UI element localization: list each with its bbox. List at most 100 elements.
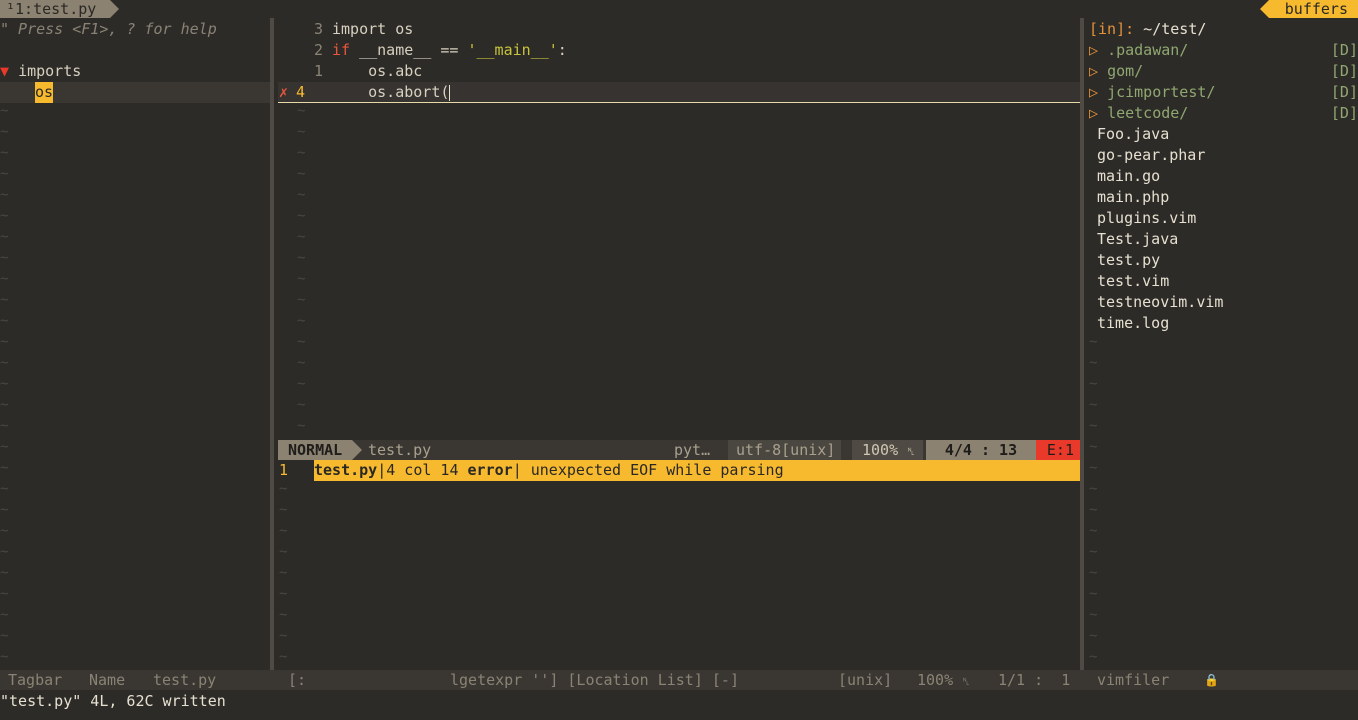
- empty-line-marker: ~: [1089, 523, 1098, 539]
- empty-line-marker: ~: [0, 523, 9, 539]
- status-position: 4/4 : 13: [926, 440, 1036, 460]
- empty-line-marker: ~: [297, 334, 306, 350]
- tagbar-status-name: Tagbar: [8, 671, 63, 689]
- code-line-if-main[interactable]: if __name__ == '__main__':: [332, 40, 567, 61]
- empty-line-marker: ~: [0, 292, 9, 308]
- folder-collapsed-icon[interactable]: ▷: [1089, 104, 1107, 122]
- vimfiler-file-item[interactable]: testneovim.vim: [1097, 292, 1223, 313]
- vimfiler-file-item[interactable]: test.vim: [1097, 271, 1169, 292]
- empty-line-marker: ~: [0, 481, 9, 497]
- empty-line-marker: ~: [0, 565, 9, 581]
- empty-line-marker: ~: [297, 103, 306, 119]
- text-cursor: [449, 84, 451, 101]
- loclist-status-percent: 100% ␤: [917, 671, 971, 689]
- folder-collapsed-icon[interactable]: ▷: [1089, 62, 1107, 80]
- error-sign-icon: ✗: [279, 83, 289, 101]
- folder-collapsed-icon[interactable]: ▷: [1089, 83, 1107, 101]
- empty-line-marker: ~: [297, 187, 306, 203]
- empty-line-marker: ~: [0, 607, 9, 623]
- empty-line-marker: ~: [297, 250, 306, 266]
- empty-line-marker: ~: [1089, 649, 1098, 665]
- empty-line-marker: ~: [1089, 355, 1098, 371]
- loclist-entry[interactable]: test.py|4 col 14 error| unexpected EOF w…: [314, 460, 784, 481]
- empty-line-marker: ~: [1089, 607, 1098, 623]
- empty-line-marker: ~: [297, 229, 306, 245]
- command-line[interactable]: "test.py" 4L, 62C written: [0, 691, 226, 712]
- window-separator-left[interactable]: [270, 18, 274, 690]
- vimfiler-file-item[interactable]: Foo.java: [1097, 124, 1169, 145]
- empty-line-marker: ~: [1089, 334, 1098, 350]
- empty-line-marker: ~: [0, 208, 9, 224]
- tag-group-label: imports: [18, 62, 82, 80]
- empty-line-marker: ~: [1089, 586, 1098, 602]
- empty-line-marker: ~: [1089, 418, 1098, 434]
- status-error-count[interactable]: E:1: [1036, 440, 1080, 460]
- vimfiler-file-item[interactable]: main.go: [1097, 166, 1160, 187]
- tagbar-status-sort: Name: [89, 671, 126, 689]
- empty-line-marker: ~: [0, 313, 9, 329]
- tagbar-help-text: " Press <F1>, ? for help: [0, 20, 217, 38]
- collapse-triangle-icon[interactable]: ▼: [0, 62, 9, 80]
- tag-item-os[interactable]: os: [35, 82, 54, 103]
- vimfiler-file-item[interactable]: plugins.vim: [1097, 208, 1196, 229]
- empty-line-marker: ~: [297, 313, 306, 329]
- empty-line-marker: ~: [1089, 565, 1098, 581]
- empty-line-marker: ~: [279, 544, 288, 560]
- empty-line-marker: ~: [0, 439, 9, 455]
- empty-line-marker: ~: [1089, 502, 1098, 518]
- loclist-status-title: lgetexpr ''] [Location List] [-]: [450, 671, 739, 689]
- code-line-os-abc[interactable]: os.abc: [332, 61, 422, 82]
- vimfiler-dir-item[interactable]: ▷ jcimportest/[D]: [1089, 82, 1358, 103]
- empty-line-marker: ~: [0, 649, 9, 665]
- empty-line-marker: ~: [279, 607, 288, 623]
- tab-label: ¹1:test.py: [6, 0, 97, 18]
- buffers-indicator: buffers: [1259, 0, 1358, 18]
- empty-line-marker: ~: [297, 208, 306, 224]
- line-number-1: 1: [314, 62, 324, 80]
- empty-line-marker: ~: [0, 166, 9, 182]
- status-percent: 100% ␤: [852, 440, 924, 460]
- vimfiler-file-item[interactable]: time.log: [1097, 313, 1169, 334]
- empty-line-marker: ~: [1089, 439, 1098, 455]
- vimfiler-dir-item[interactable]: ▷ gom/[D]: [1089, 61, 1358, 82]
- empty-line-marker: ~: [0, 103, 9, 119]
- status-encoding: utf-8[unix]: [728, 440, 842, 460]
- empty-line-marker: ~: [297, 145, 306, 161]
- vimfiler-file-item[interactable]: test.py: [1097, 250, 1160, 271]
- window-separator-right[interactable]: [1080, 18, 1084, 690]
- line-number-2: 2: [314, 41, 324, 59]
- loclist-status-left: [:: [288, 671, 307, 689]
- loclist-status-format: [unix]: [838, 671, 893, 689]
- empty-line-marker: ~: [0, 355, 9, 371]
- mode-indicator: NORMAL: [278, 440, 363, 460]
- empty-line-marker: ~: [1089, 376, 1098, 392]
- vimfiler-status-name: vimfiler: [1097, 671, 1170, 689]
- empty-line-marker: ~: [279, 481, 288, 497]
- tagbar-status-file: test.py: [153, 671, 217, 689]
- empty-line-marker: ~: [279, 628, 288, 644]
- empty-line-marker: ~: [279, 649, 288, 665]
- folder-collapsed-icon[interactable]: ▷: [1089, 41, 1107, 59]
- tab-test-py[interactable]: ¹1:test.py: [0, 0, 120, 18]
- vimfiler-dir-item[interactable]: ▷ .padawan/[D]: [1089, 40, 1358, 61]
- empty-line-marker: ~: [0, 376, 9, 392]
- tag-group-imports[interactable]: ▼ imports: [0, 61, 81, 82]
- empty-line-marker: ~: [1089, 397, 1098, 413]
- empty-line-marker: ~: [1089, 628, 1098, 644]
- buffers-label: buffers: [1284, 0, 1348, 18]
- lock-icon: 🔒: [1204, 673, 1219, 687]
- vimfiler-dir-item[interactable]: ▷ leetcode/[D]: [1089, 103, 1358, 124]
- status-filetype: pyt…: [674, 441, 711, 459]
- empty-line-marker: ~: [297, 376, 306, 392]
- empty-line-marker: ~: [0, 187, 9, 203]
- vimfiler-header: [in]: ~/test/: [1089, 20, 1207, 38]
- empty-line-marker: ~: [0, 460, 9, 476]
- vimfiler-file-item[interactable]: go-pear.phar: [1097, 145, 1205, 166]
- vimfiler-file-item[interactable]: main.php: [1097, 187, 1169, 208]
- empty-line-marker: ~: [0, 502, 9, 518]
- code-line-os-abort[interactable]: os.abort(: [332, 82, 451, 103]
- code-line-import[interactable]: import os: [332, 19, 413, 40]
- empty-line-marker: ~: [0, 250, 9, 266]
- empty-line-marker: ~: [0, 418, 9, 434]
- vimfiler-file-item[interactable]: Test.java: [1097, 229, 1178, 250]
